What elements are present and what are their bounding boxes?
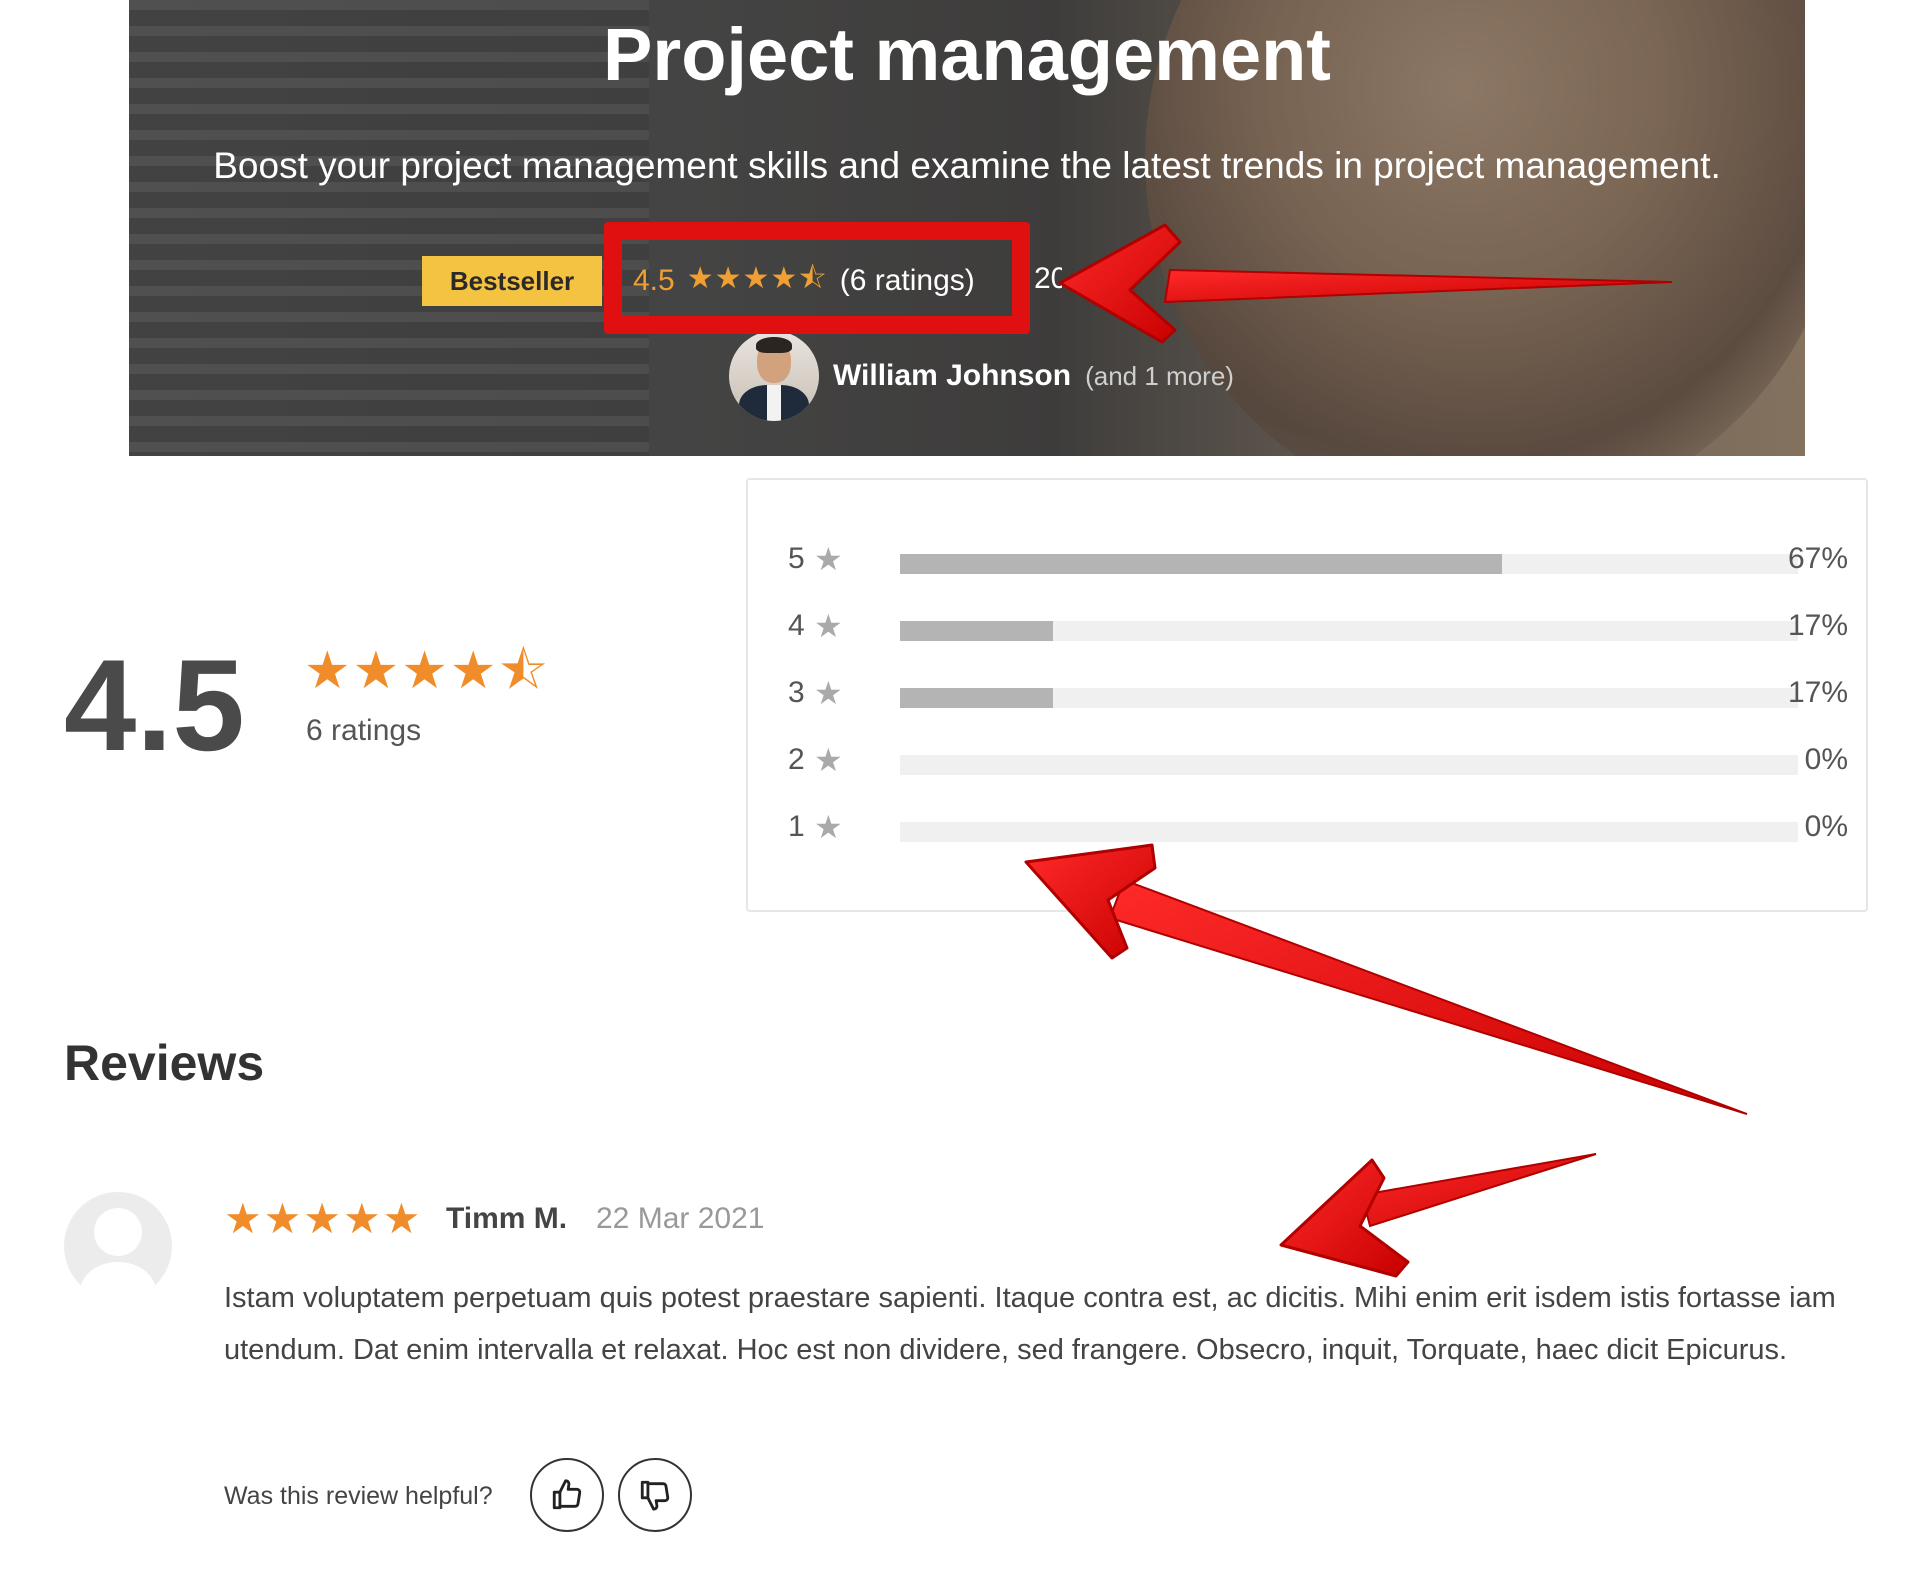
rating-level: 3 [788, 676, 805, 709]
annotation-highlight-box [604, 222, 1030, 334]
rating-percent: 0% [1804, 743, 1848, 776]
rating-row-2[interactable]: 2 ★ 0% [788, 741, 1848, 781]
star-icon: ★ [814, 675, 843, 711]
star-icon: ★ [814, 608, 843, 644]
rating-bar-track [900, 621, 1798, 641]
rating-percent: 67% [1787, 542, 1848, 575]
rating-distribution-card: 5 ★ 67% 4 ★ 17% 3 ★ 17% 2 ★ 0% 1 ★ 0% [746, 478, 1868, 912]
instructor-info[interactable]: William Johnson (and 1 more) [729, 331, 1234, 421]
rating-level: 5 [788, 542, 805, 575]
review-date: 22 Mar 2021 [596, 1202, 765, 1235]
reviewer-avatar-icon [64, 1192, 172, 1300]
hero-extra-text: 20 [1034, 262, 1062, 295]
rating-percent: 17% [1787, 609, 1848, 642]
course-title: Project management [603, 13, 1331, 96]
thumbs-down-icon [640, 1480, 670, 1511]
instructor-more[interactable]: (and 1 more) [1085, 361, 1234, 392]
rating-bar-fill [900, 621, 1053, 641]
helpful-yes-button[interactable] [530, 1458, 604, 1532]
helpful-no-button[interactable] [618, 1458, 692, 1532]
star-icon: ★ [814, 541, 843, 577]
rating-bar-track [900, 554, 1798, 574]
rating-row-1[interactable]: 1 ★ 0% [788, 808, 1848, 848]
review-text: Istam voluptatem perpetuam quis potest p… [224, 1282, 1836, 1366]
rating-summary-score: 4.5 [64, 632, 245, 778]
rating-level: 4 [788, 609, 805, 642]
instructor-name[interactable]: William Johnson [833, 359, 1071, 393]
course-subtitle: Boost your project management skills and… [213, 145, 1721, 186]
review-author: Timm M. [446, 1202, 568, 1235]
rating-row-3[interactable]: 3 ★ 17% [788, 674, 1848, 714]
thumbs-up-icon [552, 1479, 582, 1510]
rating-bar-track [900, 688, 1798, 708]
rating-bar-fill [900, 688, 1053, 708]
review-stars-icon: ★★★★★ [224, 1195, 423, 1242]
rating-level: 1 [788, 810, 805, 843]
rating-summary-count: 6 ratings [306, 714, 422, 747]
instructor-avatar[interactable] [729, 331, 819, 421]
review-helpful-label: Was this review helpful? [224, 1482, 493, 1510]
rating-bar-track [900, 822, 1798, 842]
rating-percent: 17% [1787, 676, 1848, 709]
rating-row-5[interactable]: 5 ★ 67% [788, 540, 1848, 580]
rating-level: 2 [788, 743, 805, 776]
reviews-heading: Reviews [64, 1035, 265, 1091]
rating-bar-track [900, 755, 1798, 775]
star-icon: ★ [814, 742, 843, 778]
rating-summary-stars-icon: ★★★★⯪ [304, 642, 550, 700]
rating-percent: 0% [1804, 810, 1848, 843]
star-icon: ★ [814, 809, 843, 845]
annotation-arrow-bottom [1279, 1153, 1597, 1278]
rating-row-4[interactable]: 4 ★ 17% [788, 607, 1848, 647]
rating-bar-fill [900, 554, 1502, 574]
bestseller-badge: Bestseller [422, 256, 602, 306]
